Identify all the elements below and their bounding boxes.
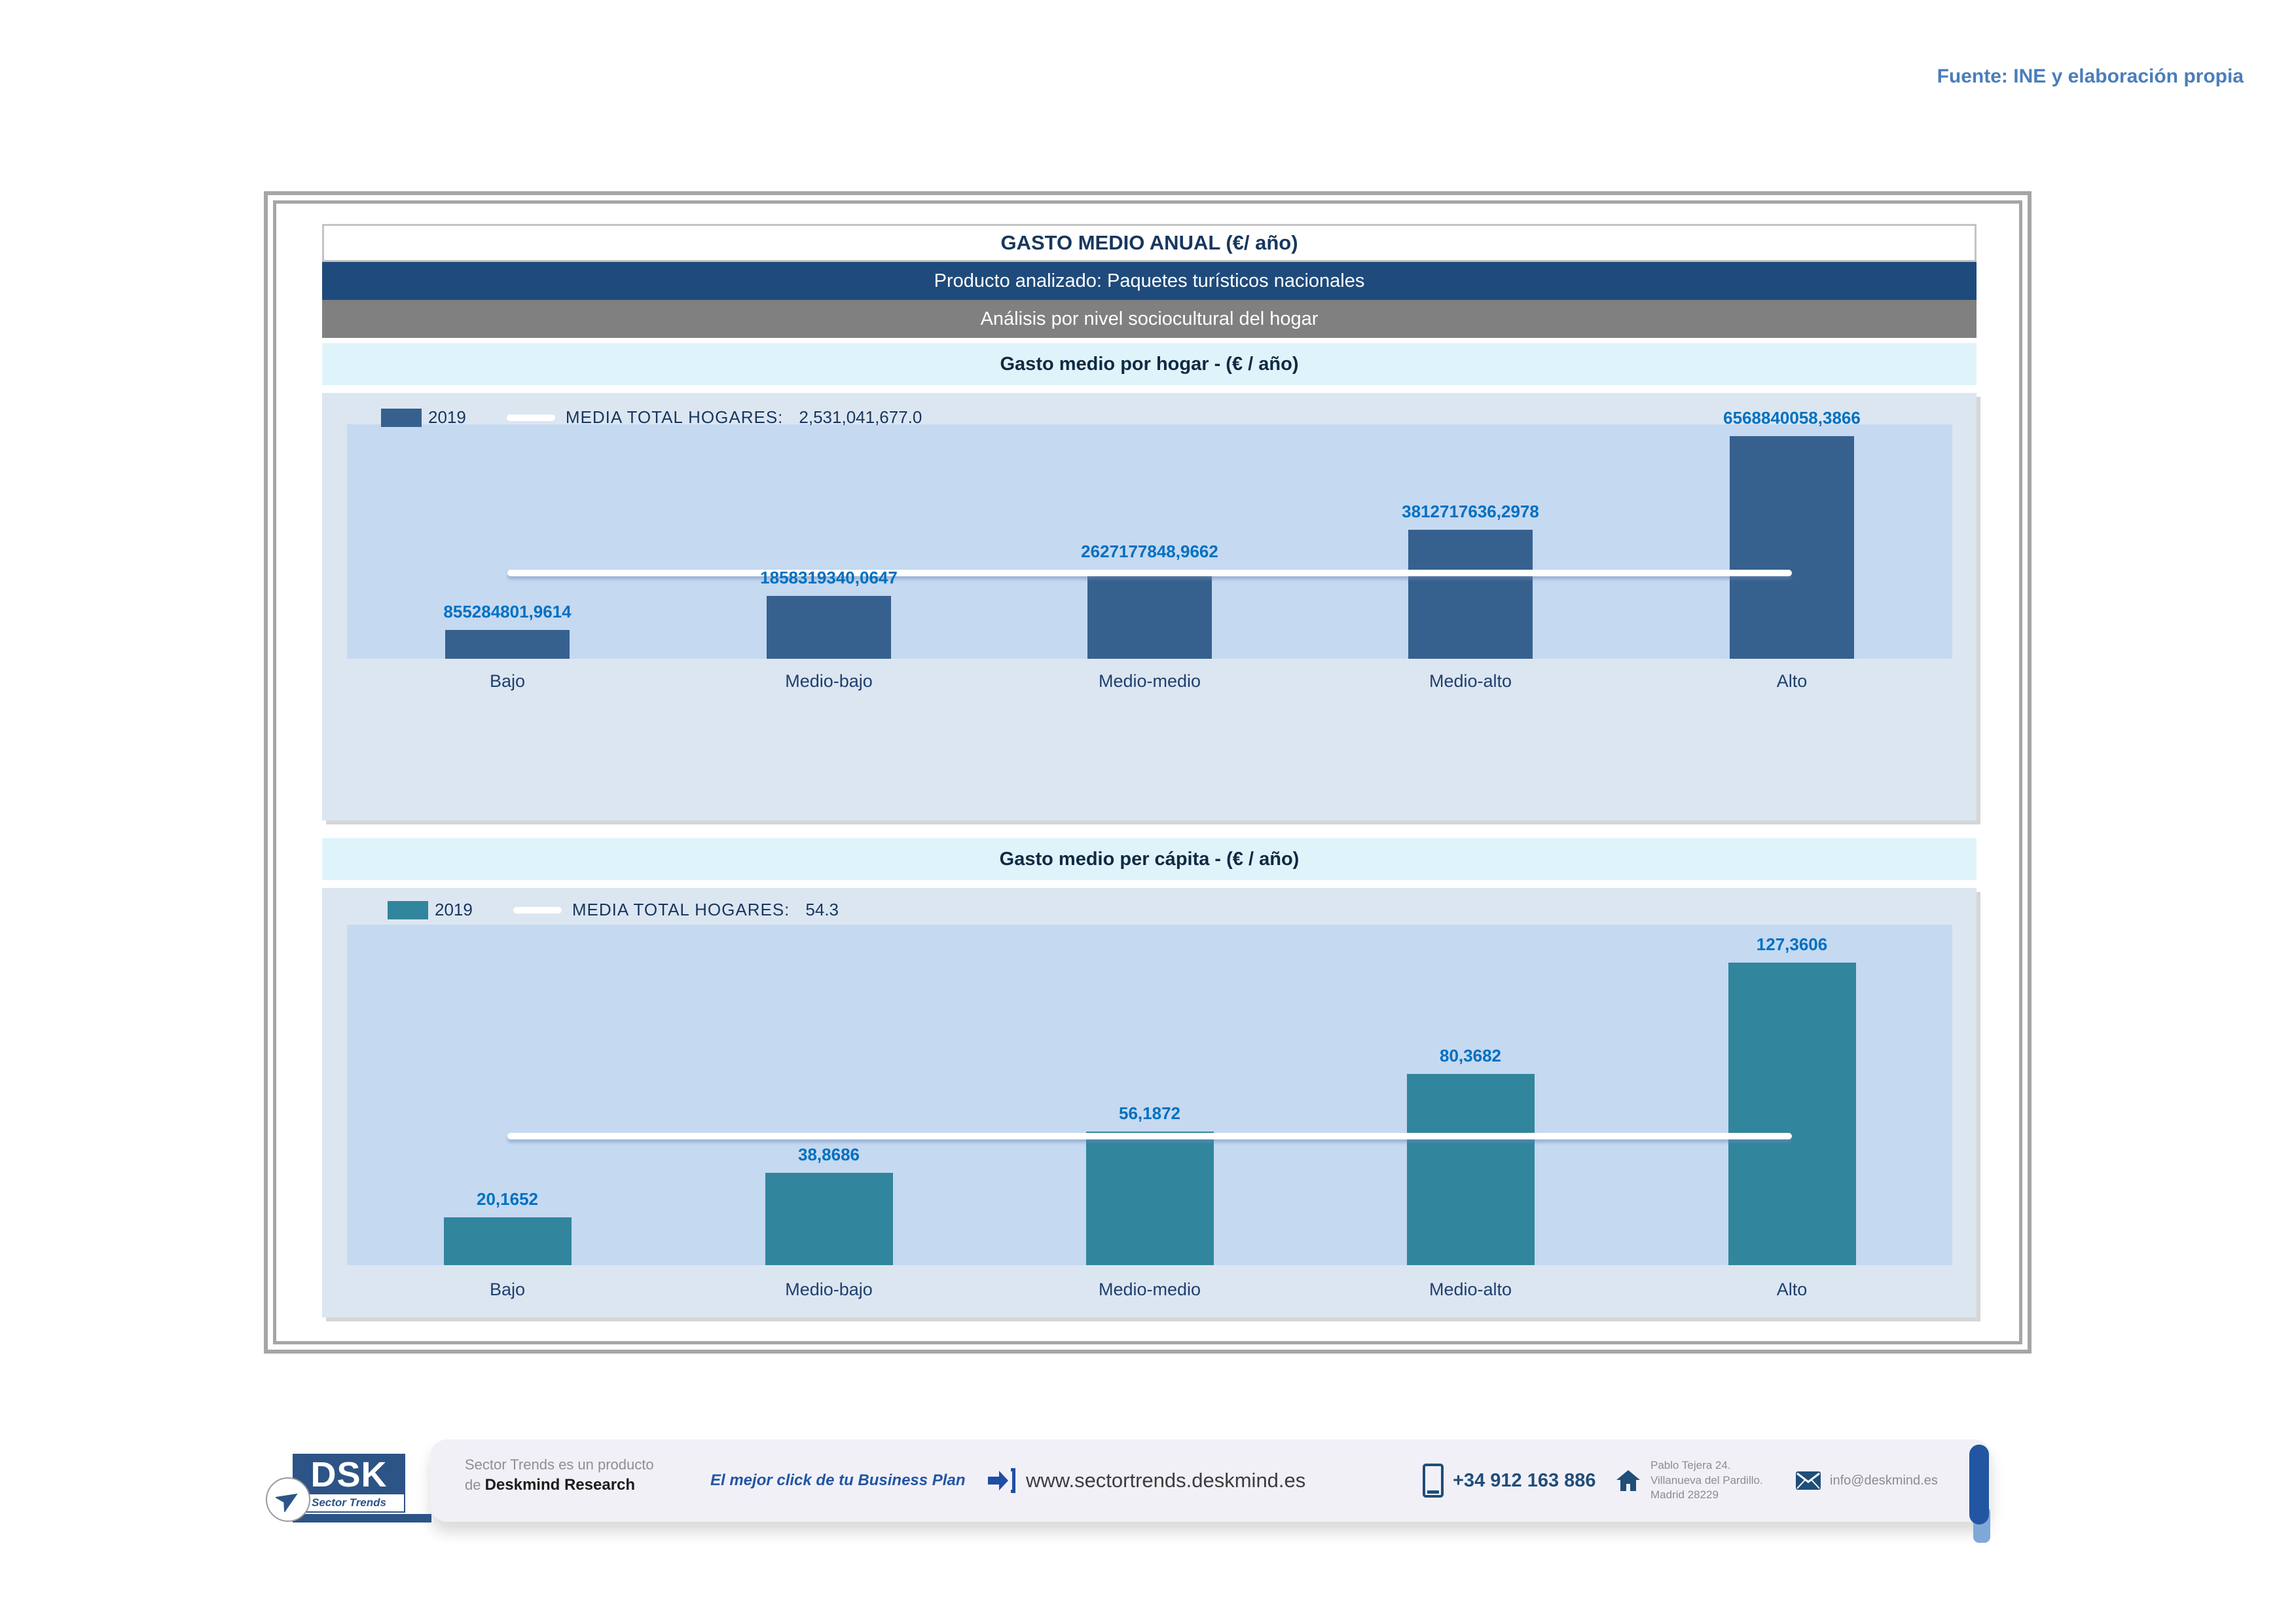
category-label-medio-alto: Medio-alto [1429,1280,1512,1299]
report-page: { "page": { "source_note": "Fuente: INE … [0,0,2296,1624]
bar-medio-bajo [765,1173,893,1265]
legend-series-swatch [381,408,422,427]
footer-product-line1: Sector Trends es un producto [465,1456,654,1473]
value-label-medio-alto: 3812717636,2978 [1402,502,1539,521]
envelope-icon [1796,1471,1821,1490]
value-label-medio-alto: 80,3682 [1440,1046,1501,1065]
report-frame-inner: GASTO MEDIO ANUAL (€/ año) Producto anal… [273,200,2022,1344]
value-label-medio-bajo: 1858319340,0647 [760,568,898,587]
paper-plane-icon [276,1487,301,1512]
bar-medio-medio [1087,570,1212,659]
footer-website-group: www.sectortrends.deskmind.es [987,1439,1305,1522]
footer-address-line1: Pablo Tejera 24. [1650,1458,1731,1471]
chart-per-capita: 2019 MEDIA TOTAL HOGARES: 54.3 20,1652 38… [322,888,1977,1318]
chart-legend: 2019 MEDIA TOTAL HOGARES: 2,531,041,677.… [381,407,922,428]
value-label-bajo: 855284801,9614 [443,602,572,621]
bar-bajo [445,630,570,659]
legend-mean-value: 2,531,041,677.0 [799,407,922,427]
logo-acronym: DSK [310,1455,388,1494]
bar-medio-bajo [767,596,891,659]
logo-circle [266,1477,310,1522]
product-analyzed-bar: Producto analizado: Paquetes turísticos … [322,262,1977,300]
footer-address-line2: Villanueva del Pardillo. [1650,1473,1763,1486]
value-label-medio-medio: 2627177848,9662 [1081,542,1218,561]
category-label-alto: Alto [1776,1280,1808,1299]
footer-address-line3: Madrid 28229 [1650,1488,1719,1502]
footer-tagline: El mejor click de tu Business Plan [710,1471,966,1489]
logo-sublabel: Sector Trends [294,1494,404,1511]
mobile-phone-icon [1423,1464,1444,1498]
footer-address-group: Pablo Tejera 24. Villanueva del Pardillo… [1616,1439,1763,1522]
category-axis: Bajo Medio-bajo Medio-medio Medio-alto Alto [347,671,1952,697]
plot-area: 855284801,9614 1858319340,0647 2627177848,… [347,408,1952,659]
category-label-medio-medio: Medio-medio [1098,1280,1201,1299]
chart-per-household: 2019 MEDIA TOTAL HOGARES: 2,531,041,677.… [322,393,1977,821]
logo-underline-strip [293,1514,431,1522]
footer-accent-capsule [1969,1445,1989,1524]
arrow-right-bracket-icon [987,1467,1017,1494]
bar-bajo [444,1217,572,1265]
legend-mean-value: 54.3 [805,900,839,919]
category-label-bajo: Bajo [489,671,526,691]
legend-mean-line-swatch [506,414,555,421]
value-label-medio-medio: 56,1872 [1119,1103,1180,1123]
bar-alto [1728,963,1856,1265]
category-label-medio-bajo: Medio-bajo [785,1280,873,1299]
bar-alto [1730,436,1854,659]
house-icon [1616,1470,1640,1491]
category-label-alto: Alto [1776,671,1808,691]
report-frame: GASTO MEDIO ANUAL (€/ año) Producto anal… [264,191,2032,1354]
legend-series-label: 2019 [428,407,466,427]
value-label-alto: 6568840058,3866 [1723,408,1861,428]
section-title-per-capita: Gasto medio per cápita - (€ / año) [322,838,1977,880]
value-label-medio-bajo: 38,8686 [798,1145,860,1164]
footer-product-line2-prefix: de [465,1476,485,1493]
bar-medio-medio [1086,1132,1214,1265]
value-label-alto: 127,3606 [1756,934,1828,954]
footer-phone-group: +34 912 163 886 [1423,1439,1596,1522]
category-label-bajo: Bajo [489,1280,526,1299]
footer-email[interactable]: info@deskmind.es [1830,1473,1938,1488]
footer-bar: Sector Trends es un producto de Deskmind… [430,1439,1991,1522]
plot-area: 20,1652 38,8686 56,1872 80,3682 127,3606 [347,925,1952,1265]
category-label-medio-bajo: Medio-bajo [785,671,873,691]
legend-series-swatch [388,900,428,919]
source-note: Fuente: INE y elaboración propia [1937,65,2244,87]
dsk-logo: DSK Sector Trends [266,1450,431,1548]
value-label-bajo: 20,1652 [477,1189,538,1209]
mean-line [507,570,1792,576]
legend-mean-line-swatch [513,906,562,913]
legend-mean-label: MEDIA TOTAL HOGARES: [565,407,784,427]
analysis-level-bar: Análisis por nivel sociocultural del hog… [322,300,1977,338]
footer-website[interactable]: www.sectortrends.deskmind.es [1026,1469,1305,1492]
chart-legend: 2019 MEDIA TOTAL HOGARES: 54.3 [388,900,839,920]
bar-medio-alto [1407,1074,1535,1265]
report-title: GASTO MEDIO ANUAL (€/ año) [322,224,1977,262]
category-axis: Bajo Medio-bajo Medio-medio Medio-alto Alto [347,1280,1952,1306]
footer-email-group: info@deskmind.es [1796,1439,1938,1522]
footer-address: Pablo Tejera 24. Villanueva del Pardillo… [1650,1458,1763,1504]
category-label-medio-medio: Medio-medio [1098,671,1201,691]
footer-company-name: Deskmind Research [484,1475,636,1494]
category-label-medio-alto: Medio-alto [1429,671,1512,691]
bar-medio-alto [1408,530,1533,659]
legend-series-label: 2019 [435,900,473,919]
footer-product-text: Sector Trends es un producto de Deskmind… [465,1455,654,1496]
legend-mean-label: MEDIA TOTAL HOGARES: [572,900,790,919]
section-title-per-household: Gasto medio por hogar - (€ / año) [322,343,1977,385]
footer-phone: +34 912 163 886 [1453,1469,1596,1491]
mean-line [507,1133,1792,1139]
